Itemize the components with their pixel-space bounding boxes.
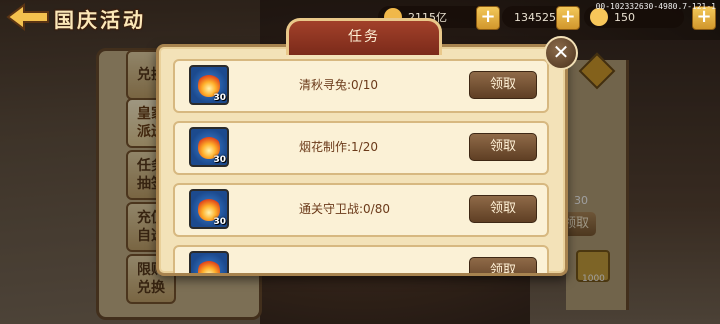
claim-button[interactable]: 领取	[469, 133, 537, 161]
task-icon-badge: 30	[213, 217, 226, 227]
back-arrow-icon	[6, 3, 49, 31]
back-button[interactable]	[2, 2, 54, 32]
page-title: 国庆活动	[54, 8, 146, 32]
flame-icon	[198, 259, 220, 273]
task-row: 30 清秋寻兔:0/10 领取	[173, 59, 549, 113]
task-row: 30 通关守卫战:0/80 领取	[173, 183, 549, 237]
claim-button[interactable]: 领取	[469, 71, 537, 99]
resource-value: 150	[614, 10, 635, 24]
claim-button[interactable]: 领取	[469, 257, 537, 273]
task-icon-badge: 30	[213, 93, 226, 103]
task-name: 烟花制作:1/20	[299, 140, 378, 154]
task-name: 通关守卫战:0/80	[299, 202, 390, 216]
firework-task-icon: 30	[189, 65, 229, 105]
add-coins-button[interactable]: +	[556, 6, 580, 30]
version-label: 00-102332630-4980.7-121-1	[595, 2, 716, 11]
task-list[interactable]: 30 清秋寻兔:0/10 领取 30 烟花制作:1/20 领取 30 通关守卫战…	[173, 59, 549, 273]
task-row: 30 烟花制作:1/20 领取	[173, 121, 549, 175]
close-button[interactable]: ✕	[544, 36, 578, 70]
firework-task-icon	[189, 251, 229, 273]
task-row: 领取	[173, 245, 549, 273]
firework-task-icon: 30	[189, 127, 229, 167]
add-gold-ingot-button[interactable]: +	[476, 6, 500, 30]
dialog-title: 任务	[286, 18, 442, 55]
claim-button[interactable]: 领取	[469, 195, 537, 223]
task-icon-badge: 30	[213, 155, 226, 165]
firework-task-icon: 30	[189, 189, 229, 229]
task-dialog: 30 清秋寻兔:0/10 领取 30 烟花制作:1/20 领取 30 通关守卫战…	[156, 44, 568, 276]
task-name: 清秋寻兔:0/10	[299, 78, 378, 92]
